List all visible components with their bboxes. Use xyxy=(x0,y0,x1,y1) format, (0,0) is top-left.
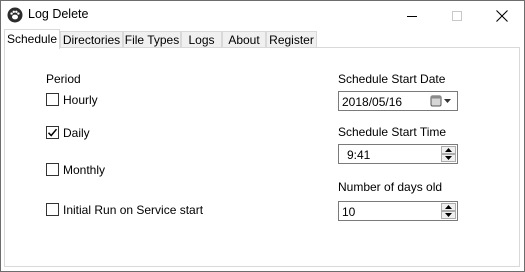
schedule-start-time-label: Schedule Start Time xyxy=(338,125,447,139)
monthly-label[interactable]: Monthly xyxy=(63,163,105,177)
maximize-button[interactable] xyxy=(434,1,479,30)
minimize-button[interactable] xyxy=(389,1,434,30)
maximize-icon xyxy=(451,10,462,21)
close-button[interactable] xyxy=(479,1,524,30)
tab-schedule[interactable]: Schedule xyxy=(4,29,60,49)
checkmark-icon xyxy=(47,128,58,137)
monthly-checkbox[interactable] xyxy=(46,163,59,176)
schedule-start-date-value: 2018/05/16 xyxy=(342,95,403,109)
hourly-label[interactable]: Hourly xyxy=(63,93,98,107)
schedule-start-date-picker[interactable]: 2018/05/16 xyxy=(338,91,458,111)
tab-directories[interactable]: Directories xyxy=(60,31,123,47)
tab-strip: Schedule Directories File Types Logs Abo… xyxy=(1,29,524,49)
days-spin-down-icon[interactable] xyxy=(441,211,456,219)
tab-logs[interactable]: Logs xyxy=(181,31,222,47)
days-spin-buttons[interactable] xyxy=(441,203,456,219)
schedule-start-time-spinner[interactable]: 9:41 xyxy=(338,144,458,164)
schedule-panel: Period Hourly Daily Monthly Initial Run … xyxy=(4,47,520,267)
initial-run-label[interactable]: Initial Run on Service start xyxy=(63,203,203,217)
tab-register[interactable]: Register xyxy=(266,31,317,47)
close-icon xyxy=(495,9,508,22)
calendar-dropdown-icon[interactable] xyxy=(429,94,455,108)
minimize-icon xyxy=(406,15,417,17)
schedule-start-date-label: Schedule Start Date xyxy=(338,72,446,86)
schedule-start-time-value: 9:41 xyxy=(347,148,371,162)
days-spin-up-icon[interactable] xyxy=(441,203,456,211)
daily-checkbox[interactable] xyxy=(46,126,59,139)
tab-about[interactable]: About xyxy=(222,31,266,47)
daily-label[interactable]: Daily xyxy=(63,126,90,140)
time-spin-down-icon[interactable] xyxy=(441,154,456,162)
period-label: Period xyxy=(46,72,81,86)
tab-file-types[interactable]: File Types xyxy=(123,31,181,47)
initial-run-checkbox[interactable] xyxy=(46,203,59,216)
days-old-spinner[interactable]: 10 xyxy=(338,201,458,221)
window-title: Log Delete xyxy=(28,7,89,21)
days-old-value: 10 xyxy=(342,205,356,219)
paw-icon xyxy=(7,7,23,23)
log-delete-window: Log Delete Schedule Directories File Typ… xyxy=(0,0,525,272)
time-spin-buttons[interactable] xyxy=(441,146,456,162)
title-bar[interactable]: Log Delete xyxy=(1,1,524,30)
time-spin-up-icon[interactable] xyxy=(441,146,456,154)
hourly-checkbox[interactable] xyxy=(46,93,59,106)
days-old-label: Number of days old xyxy=(338,180,443,194)
